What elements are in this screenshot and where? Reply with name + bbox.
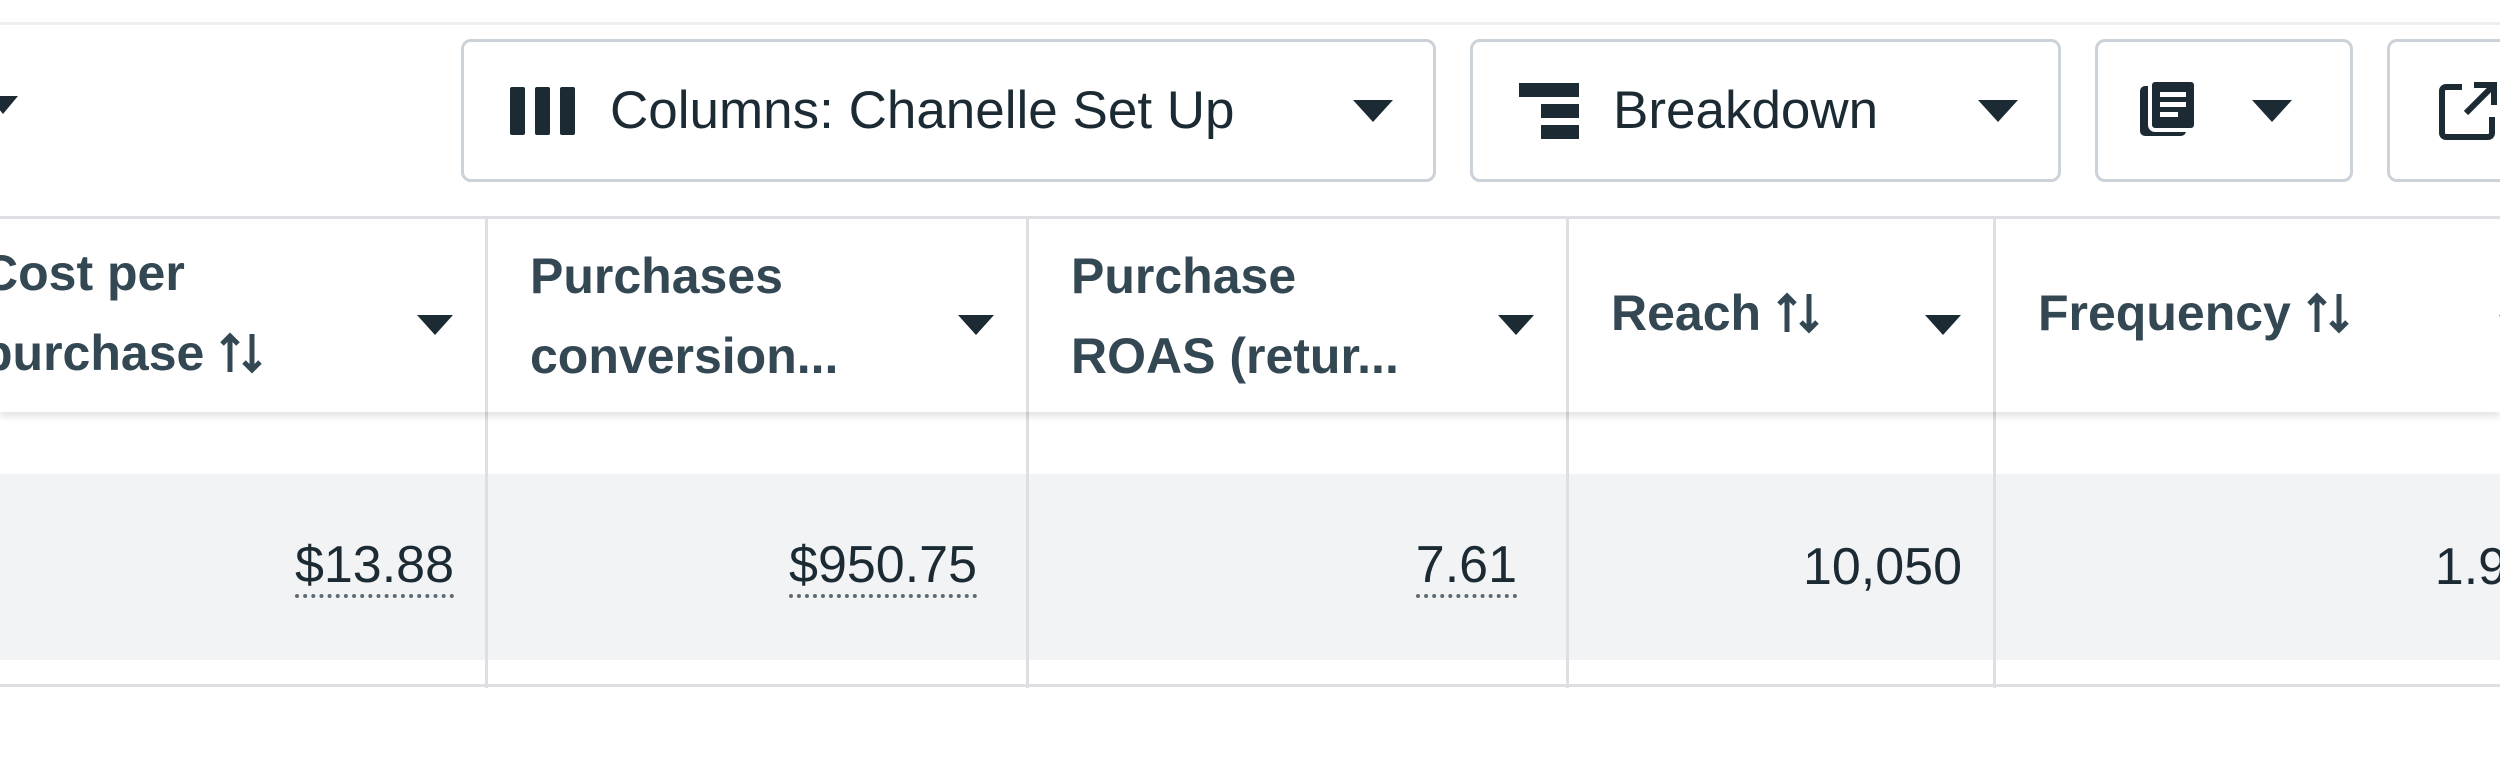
- table-body: $13.88 $950.75 7.61 10,050 1.99: [0, 412, 2500, 688]
- cell-cost-per-purchase: $13.88: [0, 474, 488, 660]
- ads-manager-table-view: Columns: Chanelle Set Up Breakdown Cost …: [0, 0, 2500, 764]
- sort-arrows-icon[interactable]: [2305, 279, 2351, 359]
- breakdown-dropdown-button[interactable]: Breakdown: [1470, 39, 2061, 182]
- breakdown-icon: [1519, 82, 1579, 139]
- column-header-label: Purchases: [530, 247, 783, 304]
- chevron-down-icon[interactable]: [417, 315, 453, 340]
- sort-arrows-icon[interactable]: [1775, 279, 1821, 359]
- chevron-down-icon: [1978, 99, 2018, 122]
- data-table: Cost per purchase Purchases conversion..…: [0, 216, 2500, 688]
- column-header-label: purchase: [0, 324, 205, 381]
- purchases-conversion-value[interactable]: $950.75: [789, 536, 977, 598]
- chevron-down-icon[interactable]: [1498, 315, 1534, 340]
- reach-value: 10,050: [1802, 538, 1962, 596]
- breakdown-button-label: Breakdown: [1613, 81, 1879, 140]
- column-header-purchase-roas[interactable]: Purchase ROAS (retur...: [1029, 219, 1569, 412]
- column-header-label: conversion...: [530, 327, 839, 384]
- chevron-down-icon[interactable]: [958, 315, 994, 340]
- cell-purchase-roas: 7.61: [1029, 474, 1569, 660]
- column-header-purchases-conversion-value[interactable]: Purchases conversion...: [488, 219, 1029, 412]
- column-header-cost-per-purchase[interactable]: Cost per purchase: [0, 219, 488, 412]
- purchase-roas-value[interactable]: 7.61: [1415, 536, 1517, 598]
- column-header-label: Reach: [1611, 284, 1762, 341]
- reports-dropdown-button[interactable]: [2095, 39, 2353, 182]
- report-icon: [2140, 79, 2204, 142]
- columns-dropdown-button[interactable]: Columns: Chanelle Set Up: [461, 39, 1436, 182]
- chevron-down-icon: [2252, 99, 2292, 122]
- chevron-down-icon: [1353, 99, 1393, 122]
- cell-purchases-conversion-value: $950.75: [488, 474, 1029, 660]
- chevron-down-icon[interactable]: [1925, 315, 1961, 340]
- export-button[interactable]: [2387, 39, 2500, 182]
- top-divider: [0, 22, 2500, 25]
- columns-icon: [510, 86, 576, 135]
- frequency-value: 1.99: [2434, 538, 2500, 596]
- cell-frequency: 1.99: [1996, 474, 2500, 660]
- table-header-row: Cost per purchase Purchases conversion..…: [0, 216, 2500, 412]
- column-header-frequency[interactable]: Frequency: [1996, 219, 2500, 412]
- column-header-label: ROAS (retur...: [1071, 327, 1399, 384]
- export-icon: [2438, 81, 2498, 141]
- cell-reach: 10,050: [1569, 474, 1996, 660]
- column-header-label: Frequency: [2038, 284, 2291, 341]
- sort-arrows-icon[interactable]: [218, 319, 264, 399]
- table-bottom-divider: [0, 684, 2500, 687]
- column-header-label: Purchase: [1071, 247, 1297, 304]
- column-header-label: Cost per: [0, 244, 185, 301]
- cost-per-purchase-value[interactable]: $13.88: [294, 536, 454, 598]
- column-header-reach[interactable]: Reach: [1569, 219, 1996, 412]
- columns-button-label: Columns: Chanelle Set Up: [610, 81, 1235, 140]
- chevron-down-icon[interactable]: [0, 96, 18, 119]
